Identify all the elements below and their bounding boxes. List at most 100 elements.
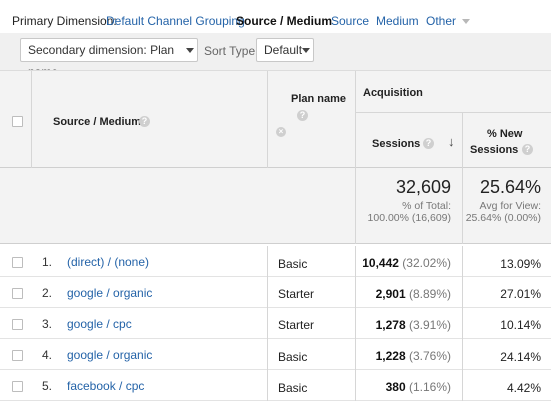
column-divider — [355, 277, 356, 308]
select-all-checkbox[interactable] — [12, 116, 23, 127]
column-divider — [31, 71, 32, 169]
table-controls: Secondary dimension: Plan name Sort Type… — [0, 33, 551, 79]
row-number: 2. — [42, 286, 53, 300]
source-medium-link[interactable]: (direct) / (none) — [67, 255, 149, 269]
source-medium-link[interactable]: google / organic — [67, 348, 152, 362]
row-checkbox[interactable] — [12, 381, 23, 392]
plan-name: Basic — [278, 350, 308, 364]
total-new-sessions-label: Avg for View: — [479, 200, 541, 212]
column-divider — [462, 308, 463, 339]
table-header: Source / Medium ? Plan name ? × Acquisit… — [0, 70, 551, 169]
sessions-value: 10,442 — [362, 256, 399, 270]
row-checkbox[interactable] — [12, 257, 23, 268]
sessions-percent: (32.02%) — [402, 256, 451, 270]
column-divider — [355, 246, 356, 277]
header-source-medium[interactable]: Source / Medium — [53, 116, 141, 128]
header-plan-name[interactable]: Plan name — [291, 93, 346, 105]
column-divider — [355, 308, 356, 339]
sessions-value: 380 — [385, 380, 406, 394]
total-sessions-value: 100.00% (16,609) — [367, 212, 451, 224]
new-sessions-value: 13.09% — [500, 257, 541, 271]
option-other-dropdown[interactable]: Other — [426, 14, 471, 28]
plan-name: Starter — [278, 318, 315, 332]
table-row: 1. (direct) / (none) Basic 10,442 (32.02… — [0, 246, 551, 277]
header-new-sessions-line1[interactable]: % New — [487, 128, 522, 140]
total-sessions: 32,609 — [395, 177, 451, 197]
new-sessions-value: 24.14% — [500, 350, 541, 364]
primary-dimension-label: Primary Dimension: — [12, 14, 117, 28]
column-divider — [462, 246, 463, 277]
table-row: 2. google / organic Starter 2,901 (8.89%… — [0, 277, 551, 308]
chevron-down-icon — [186, 48, 194, 53]
sessions-percent: (8.89%) — [408, 287, 451, 301]
column-divider — [462, 113, 463, 169]
help-icon[interactable]: ? — [139, 116, 150, 127]
chevron-down-icon — [302, 48, 310, 53]
source-medium-link[interactable]: google / cpc — [67, 317, 132, 331]
option-other: Other — [426, 14, 457, 28]
totals-row: 32,609 % of Total: 100.00% (16,609) 25.6… — [0, 168, 551, 244]
chevron-down-icon — [462, 19, 471, 25]
sessions-cell: 2,901 (8.89%) — [376, 287, 451, 301]
sort-type-select[interactable]: Default — [256, 38, 314, 62]
table-row: 4. google / organic Basic 1,228 (3.76%) … — [0, 339, 551, 370]
option-default-channel-grouping[interactable]: Default Channel Grouping — [106, 14, 245, 28]
row-checkbox[interactable] — [12, 319, 23, 330]
sort-type-value: Default — [264, 43, 303, 57]
secondary-dimension-select[interactable]: Secondary dimension: Plan name — [20, 38, 198, 79]
sessions-percent: (3.76%) — [408, 349, 451, 363]
source-medium-link[interactable]: google / organic — [67, 286, 152, 300]
new-sessions-value: 10.14% — [500, 318, 541, 332]
option-source[interactable]: Source — [331, 14, 369, 28]
sessions-value: 1,278 — [375, 318, 406, 332]
column-divider — [267, 71, 268, 169]
header-sessions[interactable]: Sessions — [372, 138, 420, 150]
remove-dimension-icon[interactable]: × — [276, 127, 286, 137]
help-icon[interactable]: ? — [522, 144, 533, 155]
report-table: Source / Medium ? Plan name ? × Acquisit… — [0, 70, 551, 406]
group-divider — [355, 112, 551, 113]
plan-name: Starter — [278, 287, 315, 301]
column-divider — [267, 339, 268, 370]
column-divider — [355, 339, 356, 370]
new-sessions-value: 27.01% — [500, 287, 541, 301]
column-divider — [267, 246, 268, 277]
column-divider — [355, 168, 356, 244]
source-medium-link[interactable]: facebook / cpc — [67, 379, 144, 393]
total-new-sessions: 25.64% — [479, 177, 541, 197]
row-number: 5. — [42, 379, 53, 393]
header-new-sessions-line2[interactable]: Sessions — [470, 144, 518, 156]
new-sessions-value: 4.42% — [506, 381, 541, 395]
help-icon[interactable]: ? — [297, 110, 308, 121]
total-sessions-label: % of Total: — [402, 200, 451, 212]
sessions-cell: 1,228 (3.76%) — [376, 349, 451, 363]
sessions-cell: 10,442 (32.02%) — [362, 256, 451, 270]
header-acquisition: Acquisition — [363, 87, 423, 99]
column-divider — [267, 277, 268, 308]
column-divider — [267, 370, 268, 401]
sessions-percent: (3.91%) — [408, 318, 451, 332]
plan-name: Basic — [278, 257, 308, 271]
option-medium[interactable]: Medium — [376, 14, 419, 28]
row-number: 1. — [42, 255, 53, 269]
column-divider — [462, 339, 463, 370]
sort-descending-icon[interactable]: ↓ — [448, 134, 455, 149]
sessions-value: 2,901 — [375, 287, 406, 301]
plan-name: Basic — [278, 381, 308, 395]
option-source-medium-active[interactable]: Source / Medium — [236, 14, 332, 28]
column-divider — [267, 308, 268, 339]
sessions-cell: 380 (1.16%) — [386, 380, 451, 394]
help-icon[interactable]: ? — [423, 138, 434, 149]
table-row: 5. facebook / cpc Basic 380 (1.16%) 4.42… — [0, 370, 551, 401]
sessions-percent: (1.16%) — [408, 380, 451, 394]
row-number: 4. — [42, 348, 53, 362]
column-divider — [355, 71, 356, 169]
row-checkbox[interactable] — [12, 288, 23, 299]
column-divider — [462, 168, 463, 244]
row-number: 3. — [42, 317, 53, 331]
column-divider — [462, 370, 463, 401]
row-checkbox[interactable] — [12, 350, 23, 361]
sessions-cell: 1,278 (3.91%) — [376, 318, 451, 332]
total-new-sessions-value: 25.64% (0.00%) — [465, 212, 541, 224]
column-divider — [462, 277, 463, 308]
